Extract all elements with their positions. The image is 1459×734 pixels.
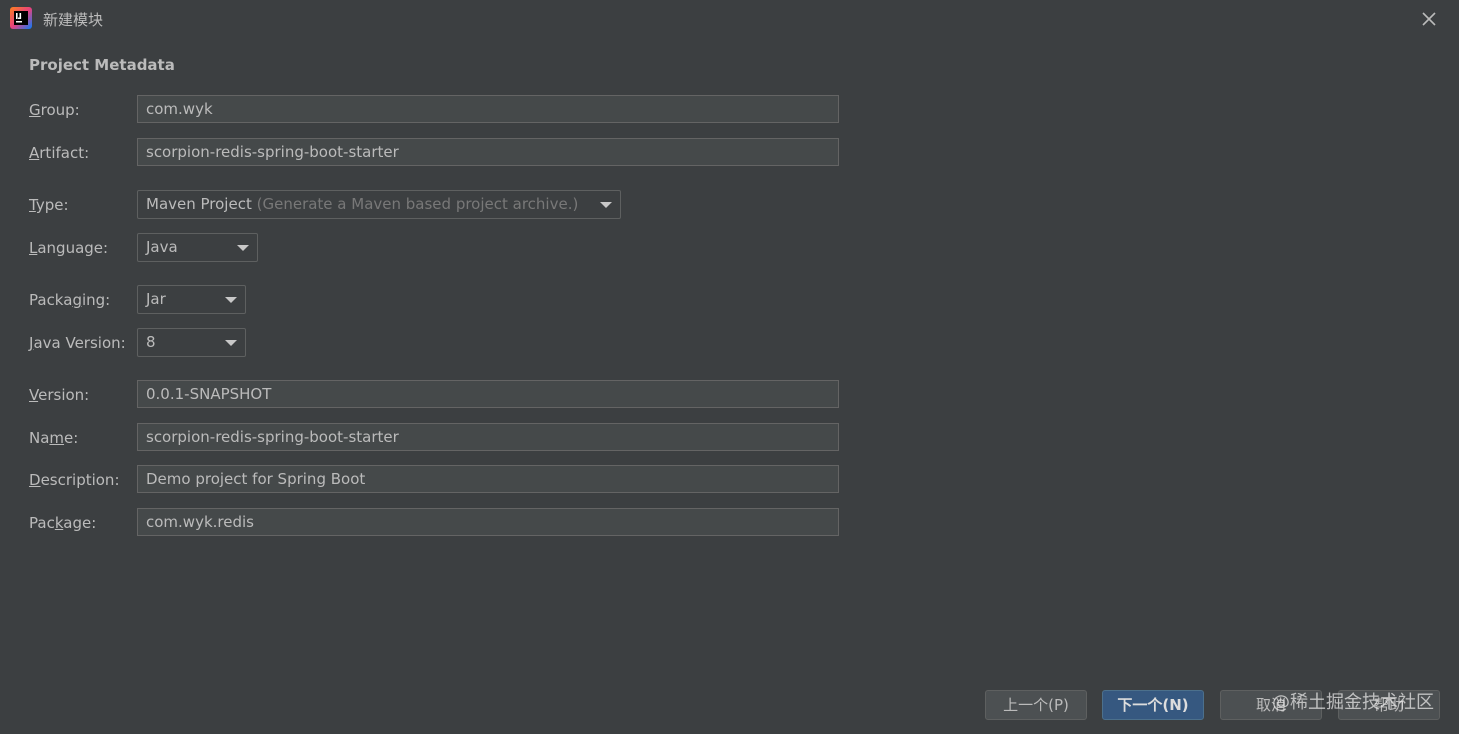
java-version-label: Java Version: (29, 334, 126, 352)
intellij-idea-icon (10, 7, 32, 29)
previous-button[interactable]: 上一个(P) (985, 690, 1087, 720)
type-value: Maven Project (146, 195, 252, 213)
type-select[interactable]: Maven Project (Generate a Maven based pr… (137, 190, 621, 219)
artifact-input[interactable]: scorpion-redis-spring-boot-starter (137, 138, 839, 166)
chevron-down-icon (600, 202, 612, 208)
chevron-down-icon (225, 297, 237, 303)
title-bar: 新建模块 (0, 0, 1459, 36)
language-label: Language: (29, 239, 109, 257)
chevron-down-icon (237, 245, 249, 251)
chevron-down-icon (225, 340, 237, 346)
window-title: 新建模块 (43, 11, 104, 29)
packaging-value: Jar (146, 290, 166, 308)
group-label: Group: (29, 101, 80, 119)
java-version-select[interactable]: 8 (137, 328, 246, 357)
version-input[interactable]: 0.0.1-SNAPSHOT (137, 380, 839, 408)
next-button[interactable]: 下一个(N) (1102, 690, 1204, 720)
package-input[interactable]: com.wyk.redis (137, 508, 839, 536)
java-version-value: 8 (146, 333, 156, 351)
name-input[interactable]: scorpion-redis-spring-boot-starter (137, 423, 839, 451)
section-title: Project Metadata (29, 56, 175, 74)
type-hint: (Generate a Maven based project archive.… (256, 195, 579, 213)
new-module-dialog: 新建模块 Project Metadata Group: com.wyk Art… (0, 0, 1459, 734)
artifact-label: Artifact: (29, 144, 90, 162)
package-label: Package: (29, 514, 97, 532)
cancel-button[interactable]: 取消 (1220, 690, 1322, 720)
language-select[interactable]: Java (137, 233, 258, 262)
description-input[interactable]: Demo project for Spring Boot (137, 465, 839, 493)
language-value: Java (146, 238, 178, 256)
version-label: Version: (29, 386, 90, 404)
group-input[interactable]: com.wyk (137, 95, 839, 123)
packaging-label: Packaging: (29, 291, 111, 309)
type-label: Type: (29, 196, 69, 214)
help-button[interactable]: 帮助 (1338, 690, 1440, 720)
packaging-select[interactable]: Jar (137, 285, 246, 314)
close-icon[interactable] (1418, 8, 1440, 30)
description-label: Description: (29, 471, 120, 489)
name-label: Name: (29, 429, 79, 447)
